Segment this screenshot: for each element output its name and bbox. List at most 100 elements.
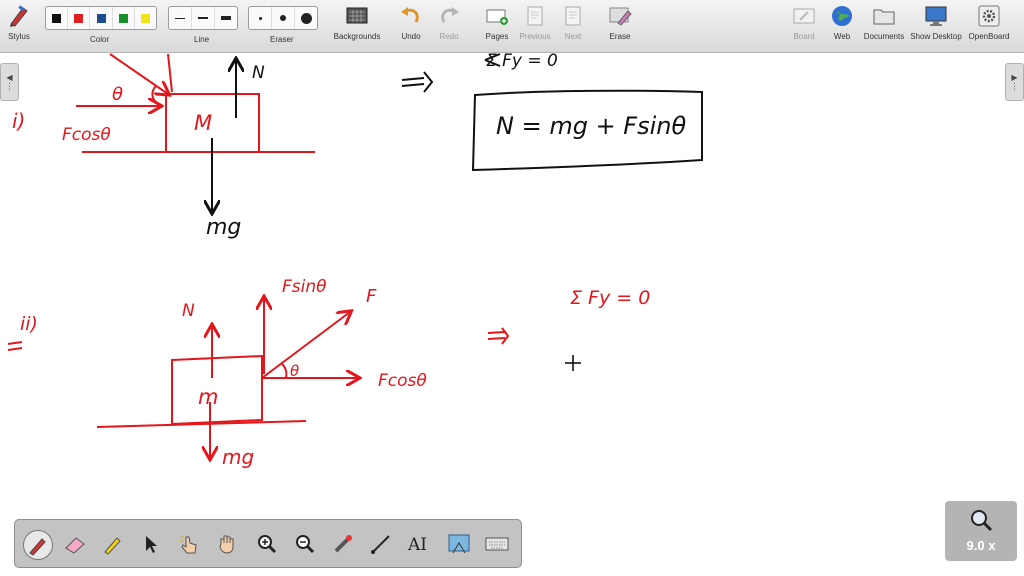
pen-tool-button[interactable] [23,530,53,560]
color-selector [45,6,157,30]
gear-icon [975,4,1003,28]
color-label: Color [90,35,110,44]
label-fsin: Fsinθ [282,277,327,297]
show-desktop-label: Show Desktop [910,32,962,41]
stylus-button[interactable]: Stylus [0,4,49,41]
backgrounds-icon [343,4,371,28]
main-toolbar: Stylus Color Line Eraser Backgrounds Und… [0,0,1024,53]
hand-tool-button[interactable] [213,530,241,558]
eraser-icon [65,537,85,554]
theta-arc [151,85,159,105]
erase-board-icon [606,4,634,28]
laser-pointer-icon [334,535,352,553]
monitor-icon [922,4,950,28]
line-medium[interactable] [192,7,215,29]
line-thin[interactable] [169,7,192,29]
applied-force-arrow-2 [261,312,350,379]
undo-label: Undo [401,32,421,41]
zoom-in-icon [258,535,277,554]
color-yellow[interactable] [135,7,156,29]
documents-label: Documents [863,32,905,41]
equals-mark [7,341,23,351]
implies-arrow-1 [401,71,434,93]
zoom-out-icon [296,535,315,554]
label-force: F [366,286,377,307]
label-sum-fy: Σ Fy = 0 [486,53,558,71]
highlighter-icon [104,537,121,555]
select-tool-button[interactable] [137,530,165,558]
zoom-indicator[interactable]: 9.0 x [945,501,1017,561]
zoom-in-button[interactable] [253,530,281,558]
stylus-label: Stylus [8,32,30,41]
label-normal-2: N [182,301,195,321]
color-green[interactable] [113,7,135,29]
label-mass-2: m [198,385,218,409]
label-theta: θ [112,84,123,105]
part-2-labels: ii) Fsinθ F N m θ Fcosθ mg Σ Fy = 0 [20,277,650,469]
keyboard-icon [485,537,509,551]
eraser-medium[interactable] [272,7,295,29]
label-weight: mg [206,215,241,240]
show-desktop-button[interactable]: Show Desktop [906,4,966,41]
label-fcos-2: Fcosθ [378,371,427,391]
eraser-size-selector [248,6,318,30]
laser-pointer-button[interactable] [329,530,357,558]
erase-label: Erase [609,32,631,41]
line-icon [371,535,390,554]
zoom-out-button[interactable] [291,530,319,558]
vertical-reference-line [167,53,173,93]
label-weight-2: mg [222,445,254,469]
label-part-i: i) [12,109,25,133]
folder-icon [870,4,898,28]
documents-button[interactable]: Documents [854,4,914,41]
cursor-crosshair [565,355,581,371]
zoom-magnifier-icon [971,510,993,532]
implies-arrow-2 [487,327,510,345]
zoom-level-label: 9.0 x [966,538,996,553]
label-theta-2: θ [290,362,299,380]
color-black[interactable] [46,7,69,29]
eraser-tool-button[interactable] [61,530,89,558]
label-sum-fy-2: Σ Fy = 0 [570,287,650,309]
color-blue[interactable] [90,7,113,29]
whiteboard-canvas[interactable]: i) θ Fcosθ M N mg Σ Fy = 0 N = mg + Fsin… [0,53,1024,576]
hand-icon [219,535,234,554]
text-icon: AI [407,535,427,555]
color-red[interactable] [68,7,91,29]
openboard-label: OpenBoard [968,32,1010,41]
label-part-ii: ii) [20,313,38,335]
redo-label: Redo [439,32,459,41]
backgrounds-button[interactable]: Backgrounds [327,4,387,41]
tool-palette: AI [14,519,522,568]
next-label: Next [564,32,582,41]
line-thick[interactable] [215,7,237,29]
capture-icon [448,534,470,554]
openboard-button[interactable]: OpenBoard [959,4,1019,41]
interact-tool-button[interactable] [175,530,203,558]
globe-icon [828,4,856,28]
capture-tool-button[interactable] [445,530,473,558]
line-tool-button[interactable] [367,530,395,558]
pen-icon [29,538,46,556]
stylus-icon [5,4,33,28]
cursor-arrow-icon [146,536,157,553]
backgrounds-label: Backgrounds [333,32,381,41]
eraser-label: Eraser [270,35,294,44]
pointing-hand-icon [180,535,197,554]
diagram-part-2 [7,298,510,458]
web-label: Web [833,32,851,41]
erase-button[interactable]: Erase [590,4,650,41]
label-mass: M [194,111,212,135]
text-tool-button[interactable]: AI [405,530,433,558]
next-page-icon [559,4,587,28]
label-fcos: Fcosθ [62,125,111,145]
virtual-keyboard-button[interactable] [483,530,511,558]
part-1-labels: i) θ Fcosθ M N mg Σ Fy = 0 N = mg + Fsin… [12,53,686,240]
eraser-large[interactable] [295,7,317,29]
line-label: Line [194,35,210,44]
eraser-small[interactable] [249,7,272,29]
highlighter-tool-button[interactable] [99,530,127,558]
label-result: N = mg + Fsinθ [496,112,686,140]
redo-icon [435,4,463,28]
svg-text:AI: AI [407,535,427,555]
